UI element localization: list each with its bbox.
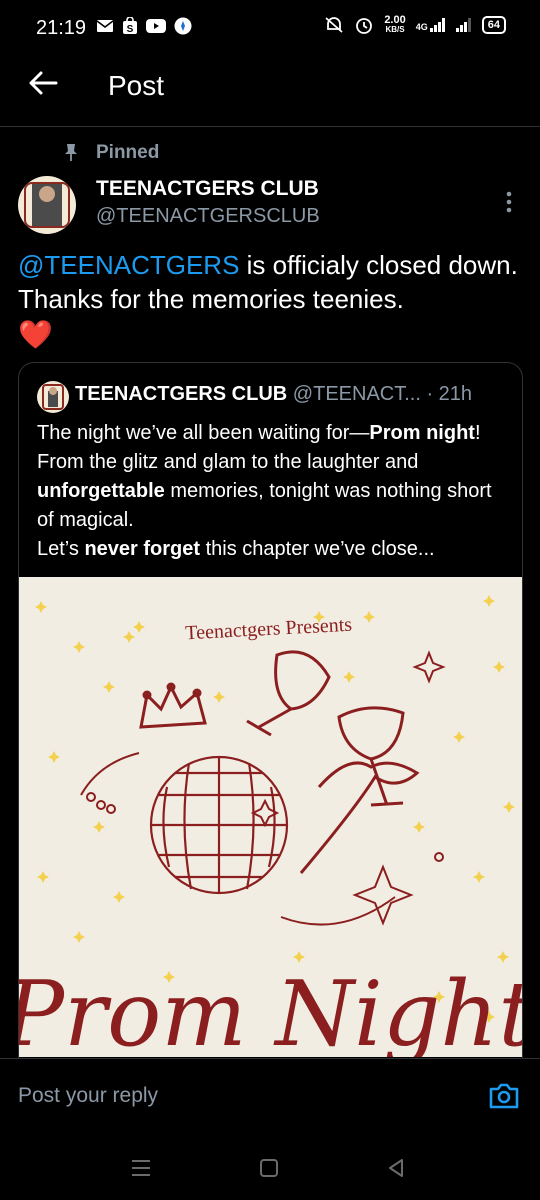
back-nav-icon[interactable] bbox=[386, 1158, 406, 1178]
quote-author-name: TEENACTGERS CLUB bbox=[75, 383, 288, 405]
mention-link[interactable]: @TEENACTGERS bbox=[18, 250, 239, 280]
quote-body-segment: Prom night bbox=[369, 422, 475, 444]
signal-4g: 4G bbox=[416, 18, 446, 32]
author-name[interactable]: TEENACTGERS CLUB bbox=[96, 177, 319, 201]
quote-avatar bbox=[37, 381, 69, 413]
post-text: @TEENACTGERS is officialy closed down. T… bbox=[18, 248, 523, 316]
quote-body-segment: unforgettable bbox=[37, 480, 165, 502]
quote-body-segment: this chapter we’ve close... bbox=[200, 538, 435, 560]
quote-avatar-image bbox=[42, 384, 64, 410]
signal-icon bbox=[429, 18, 445, 32]
mute-icon bbox=[325, 17, 343, 33]
battery-indicator: 64 bbox=[481, 16, 506, 34]
heart-emoji: ❤️ bbox=[18, 319, 53, 350]
system-nav-bar bbox=[0, 1142, 540, 1200]
quote-body-segment: never forget bbox=[84, 538, 201, 560]
system-indicators: 2.00 KB/S 4G 64 bbox=[324, 15, 506, 35]
page-title: Post bbox=[108, 70, 165, 101]
poster-title: Prom Night bbox=[19, 962, 522, 1057]
author-handle[interactable]: @TEENACTGERSCLUB bbox=[96, 205, 320, 228]
pin-icon bbox=[65, 144, 77, 161]
quote-header: TEENACTGERS CLUB @TEENACT... · 21h bbox=[75, 383, 472, 406]
quote-body-segment: The night we’ve all been waiting for— bbox=[37, 422, 370, 444]
youtube-icon bbox=[146, 19, 166, 33]
signal-icon-2 bbox=[455, 18, 471, 32]
notification-icons: S bbox=[96, 17, 192, 35]
avatar-frame bbox=[24, 182, 70, 228]
back-arrow-icon[interactable] bbox=[26, 66, 60, 100]
status-bar: 21:19 S 2.00 KB/S 4G 64 bbox=[0, 0, 540, 58]
recents-icon[interactable] bbox=[130, 1158, 152, 1178]
quote-body: The night we’ve all been waiting for—Pro… bbox=[37, 419, 507, 564]
status-time: 21:19 bbox=[36, 17, 87, 39]
speed-value: 2.00 bbox=[384, 14, 406, 26]
network-type: 4G bbox=[415, 22, 428, 32]
header-divider bbox=[0, 126, 540, 127]
camera-icon[interactable] bbox=[488, 1082, 520, 1110]
avatar[interactable] bbox=[18, 176, 76, 234]
disco-ball-drawing bbox=[149, 755, 289, 895]
home-icon[interactable] bbox=[259, 1158, 279, 1178]
prom-night-poster[interactable]: Teenactgers Presents Prom Night bbox=[19, 577, 522, 1057]
quote-time: · 21h bbox=[426, 383, 473, 405]
pinned-label: Pinned bbox=[96, 142, 160, 163]
more-options-icon[interactable] bbox=[503, 190, 515, 214]
shop-icon: S bbox=[123, 17, 137, 35]
network-speed: 2.00 KB/S bbox=[384, 15, 405, 35]
alarm-icon bbox=[356, 18, 373, 34]
svg-text:S: S bbox=[127, 24, 134, 35]
quoted-post[interactable]: TEENACTGERS CLUB @TEENACT... · 21h The n… bbox=[18, 362, 523, 1104]
app-icon bbox=[174, 17, 192, 35]
mail-icon bbox=[96, 20, 114, 32]
reply-input[interactable]: Post your reply bbox=[18, 1084, 158, 1108]
quote-author-handle: @TEENACT... bbox=[292, 383, 421, 405]
quote-body-segment: Let’s bbox=[37, 538, 85, 560]
speed-unit: KB/S bbox=[385, 25, 405, 34]
